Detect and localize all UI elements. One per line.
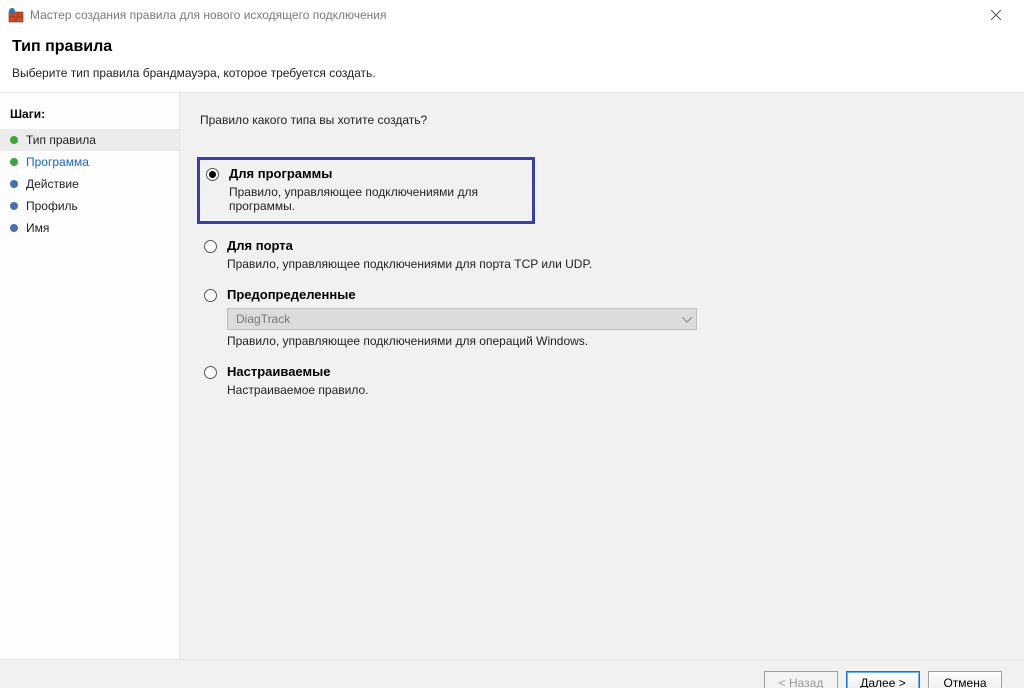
bullet-icon [10, 136, 18, 144]
close-button[interactable] [976, 1, 1016, 29]
bullet-icon [10, 158, 18, 166]
step-label: Профиль [26, 199, 78, 213]
chevron-down-icon [682, 312, 692, 326]
step-rule-type[interactable]: Тип правила [0, 129, 179, 151]
option-label: Предопределенные [227, 287, 356, 302]
option-label: Настраиваемые [227, 364, 330, 379]
option-desc: Настраиваемое правило. [227, 383, 996, 397]
step-name[interactable]: Имя [0, 217, 179, 239]
page-subtitle: Выберите тип правила брандмауэра, которо… [12, 66, 1012, 80]
window-title: Мастер создания правила для нового исход… [30, 8, 976, 22]
option-program[interactable]: Для программы Правило, управляющее подкл… [197, 157, 535, 224]
bullet-icon [10, 180, 18, 188]
option-desc: Правило, управляющее подключениями для п… [229, 185, 526, 213]
titlebar: Мастер создания правила для нового исход… [0, 0, 1024, 30]
steps-sidebar: Шаги: Тип правила Программа Действие Про… [0, 93, 180, 659]
cancel-button[interactable]: Отмена [928, 671, 1002, 688]
step-program[interactable]: Программа [0, 151, 179, 173]
option-label: Для программы [229, 166, 332, 181]
next-button[interactable]: Далее > [846, 671, 920, 688]
back-button: < Назад [764, 671, 838, 688]
option-desc: Правило, управляющее подключениями для п… [227, 257, 996, 271]
option-port[interactable]: Для порта Правило, управляющее подключен… [200, 238, 996, 271]
firewall-icon [8, 7, 24, 23]
predefined-select[interactable]: DiagTrack [227, 308, 697, 330]
wizard-content: Правило какого типа вы хотите создать? Д… [180, 93, 1024, 659]
wizard-body: Шаги: Тип правила Программа Действие Про… [0, 93, 1024, 659]
radio-program[interactable] [206, 168, 219, 181]
step-action[interactable]: Действие [0, 173, 179, 195]
radio-predefined[interactable] [204, 289, 217, 302]
content-prompt: Правило какого типа вы хотите создать? [200, 113, 996, 127]
option-desc: Правило, управляющее подключениями для о… [227, 334, 996, 348]
option-predefined[interactable]: Предопределенные DiagTrack Правило, упра… [200, 287, 996, 348]
wizard-header: Тип правила Выберите тип правила брандма… [0, 30, 1024, 93]
step-label: Программа [26, 155, 89, 169]
page-title: Тип правила [12, 38, 1012, 56]
option-label: Для порта [227, 238, 293, 253]
select-value: DiagTrack [236, 312, 290, 326]
wizard-footer: < Назад Далее > Отмена [0, 659, 1024, 688]
radio-custom[interactable] [204, 366, 217, 379]
step-label: Действие [26, 177, 79, 191]
step-label: Тип правила [26, 133, 96, 147]
bullet-icon [10, 202, 18, 210]
step-profile[interactable]: Профиль [0, 195, 179, 217]
radio-port[interactable] [204, 240, 217, 253]
step-label: Имя [26, 221, 49, 235]
bullet-icon [10, 224, 18, 232]
steps-heading: Шаги: [0, 103, 179, 129]
option-custom[interactable]: Настраиваемые Настраиваемое правило. [200, 364, 996, 397]
